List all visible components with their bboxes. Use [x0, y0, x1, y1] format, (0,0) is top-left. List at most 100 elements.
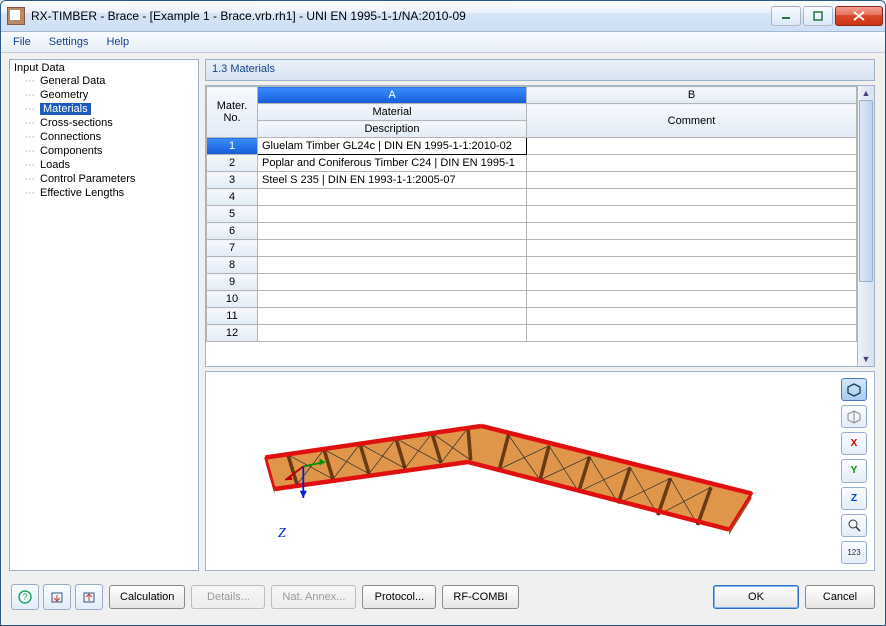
- rf-combi-button[interactable]: RF-COMBI: [442, 585, 518, 609]
- nat-annex-button[interactable]: Nat. Annex...: [271, 585, 356, 609]
- view-wire-button[interactable]: [841, 405, 867, 428]
- nav-item-materials[interactable]: ⋯Materials: [14, 102, 194, 116]
- cell-comment[interactable]: [527, 257, 857, 274]
- cell-comment[interactable]: [527, 240, 857, 257]
- row-number[interactable]: 1: [207, 138, 258, 155]
- nav-item-effective-lengths[interactable]: ⋯Effective Lengths: [14, 186, 194, 200]
- scroll-thumb[interactable]: [859, 100, 873, 282]
- menu-settings[interactable]: Settings: [41, 32, 97, 52]
- minimize-button[interactable]: [771, 6, 801, 26]
- cancel-button[interactable]: Cancel: [805, 585, 875, 609]
- col-b-letter[interactable]: B: [527, 87, 857, 104]
- export-icon: [82, 590, 96, 604]
- cell-description[interactable]: [258, 291, 527, 308]
- nav-item-components[interactable]: ⋯Components: [14, 144, 194, 158]
- table-scrollbar[interactable]: ▲ ▼: [857, 86, 874, 366]
- cell-description[interactable]: [258, 325, 527, 342]
- body: Input Data ⋯General Data⋯Geometry⋯Materi…: [1, 53, 885, 573]
- tree-connector-icon: ⋯: [24, 118, 36, 129]
- nav-item-control-parameters[interactable]: ⋯Control Parameters: [14, 172, 194, 186]
- cell-comment[interactable]: [527, 291, 857, 308]
- cell-description[interactable]: [258, 223, 527, 240]
- table-row[interactable]: 8: [207, 257, 857, 274]
- nav-item-general-data[interactable]: ⋯General Data: [14, 74, 194, 88]
- table-row[interactable]: 3Steel S 235 | DIN EN 1993-1-1:2005-07: [207, 172, 857, 189]
- cell-description[interactable]: [258, 240, 527, 257]
- cell-comment[interactable]: [527, 172, 857, 189]
- table-row[interactable]: 11: [207, 308, 857, 325]
- table-row[interactable]: 9: [207, 274, 857, 291]
- row-number[interactable]: 11: [207, 308, 258, 325]
- row-number[interactable]: 8: [207, 257, 258, 274]
- import-icon: [50, 590, 64, 604]
- cell-comment[interactable]: [527, 274, 857, 291]
- row-number[interactable]: 10: [207, 291, 258, 308]
- cell-comment[interactable]: [527, 138, 857, 155]
- calculation-button[interactable]: Calculation: [109, 585, 185, 609]
- scroll-up-icon[interactable]: ▲: [858, 86, 874, 100]
- table-row[interactable]: 4: [207, 189, 857, 206]
- export-button[interactable]: [75, 584, 103, 610]
- viewer-canvas[interactable]: Z: [206, 372, 838, 570]
- materials-grid[interactable]: Mater. No. A B Material Comment: [206, 86, 857, 366]
- protocol-button[interactable]: Protocol...: [362, 585, 436, 609]
- cell-comment[interactable]: [527, 325, 857, 342]
- col-a-letter[interactable]: A: [258, 87, 527, 104]
- cell-description[interactable]: [258, 257, 527, 274]
- table-row[interactable]: 6: [207, 223, 857, 240]
- cell-comment[interactable]: [527, 308, 857, 325]
- cell-description[interactable]: Gluelam Timber GL24c | DIN EN 1995-1-1:2…: [258, 138, 527, 155]
- table-row[interactable]: 7: [207, 240, 857, 257]
- tree-connector-icon: ⋯: [24, 160, 36, 171]
- help-button[interactable]: ?: [11, 584, 39, 610]
- cell-description[interactable]: Poplar and Coniferous Timber C24 | DIN E…: [258, 155, 527, 172]
- axis-x-button[interactable]: X: [841, 432, 867, 455]
- table-row[interactable]: 1Gluelam Timber GL24c | DIN EN 1995-1-1:…: [207, 138, 857, 155]
- zoom-button[interactable]: [841, 514, 867, 537]
- table-row[interactable]: 2Poplar and Coniferous Timber C24 | DIN …: [207, 155, 857, 172]
- cell-description[interactable]: [258, 308, 527, 325]
- nav-item-geometry[interactable]: ⋯Geometry: [14, 88, 194, 102]
- scroll-down-icon[interactable]: ▼: [858, 352, 874, 366]
- row-number[interactable]: 7: [207, 240, 258, 257]
- import-button[interactable]: [43, 584, 71, 610]
- row-number[interactable]: 12: [207, 325, 258, 342]
- cell-description[interactable]: [258, 189, 527, 206]
- axis-z-button[interactable]: Z: [841, 487, 867, 510]
- main-panel: 1.3 Materials Mater. No. A B: [205, 59, 875, 571]
- svg-text:?: ?: [22, 592, 27, 602]
- table-row[interactable]: 12: [207, 325, 857, 342]
- materials-table-wrap: Mater. No. A B Material Comment: [205, 85, 875, 367]
- ok-button[interactable]: OK: [713, 585, 799, 609]
- table-row[interactable]: 5: [207, 206, 857, 223]
- nav-item-loads[interactable]: ⋯Loads: [14, 158, 194, 172]
- details-button[interactable]: Details...: [191, 585, 265, 609]
- col-a-bottom: Description: [258, 121, 527, 138]
- nav-item-connections[interactable]: ⋯Connections: [14, 130, 194, 144]
- tree-connector-icon: ⋯: [24, 132, 36, 143]
- maximize-button[interactable]: [803, 6, 833, 26]
- window-controls: [771, 6, 883, 26]
- label-button[interactable]: 123: [841, 541, 867, 564]
- cell-description[interactable]: [258, 206, 527, 223]
- row-number[interactable]: 9: [207, 274, 258, 291]
- row-number[interactable]: 4: [207, 189, 258, 206]
- cell-comment[interactable]: [527, 206, 857, 223]
- cell-description[interactable]: [258, 274, 527, 291]
- cell-comment[interactable]: [527, 155, 857, 172]
- tree-connector-icon: ⋯: [24, 174, 36, 185]
- view-iso-button[interactable]: [841, 378, 867, 401]
- cell-comment[interactable]: [527, 223, 857, 240]
- menu-file[interactable]: File: [5, 32, 39, 52]
- row-number[interactable]: 6: [207, 223, 258, 240]
- table-row[interactable]: 10: [207, 291, 857, 308]
- row-number[interactable]: 2: [207, 155, 258, 172]
- axis-y-button[interactable]: Y: [841, 459, 867, 482]
- cell-comment[interactable]: [527, 189, 857, 206]
- menu-help[interactable]: Help: [98, 32, 137, 52]
- nav-item-cross-sections[interactable]: ⋯Cross-sections: [14, 116, 194, 130]
- cell-description[interactable]: Steel S 235 | DIN EN 1993-1-1:2005-07: [258, 172, 527, 189]
- close-button[interactable]: [835, 6, 883, 26]
- row-number[interactable]: 5: [207, 206, 258, 223]
- row-number[interactable]: 3: [207, 172, 258, 189]
